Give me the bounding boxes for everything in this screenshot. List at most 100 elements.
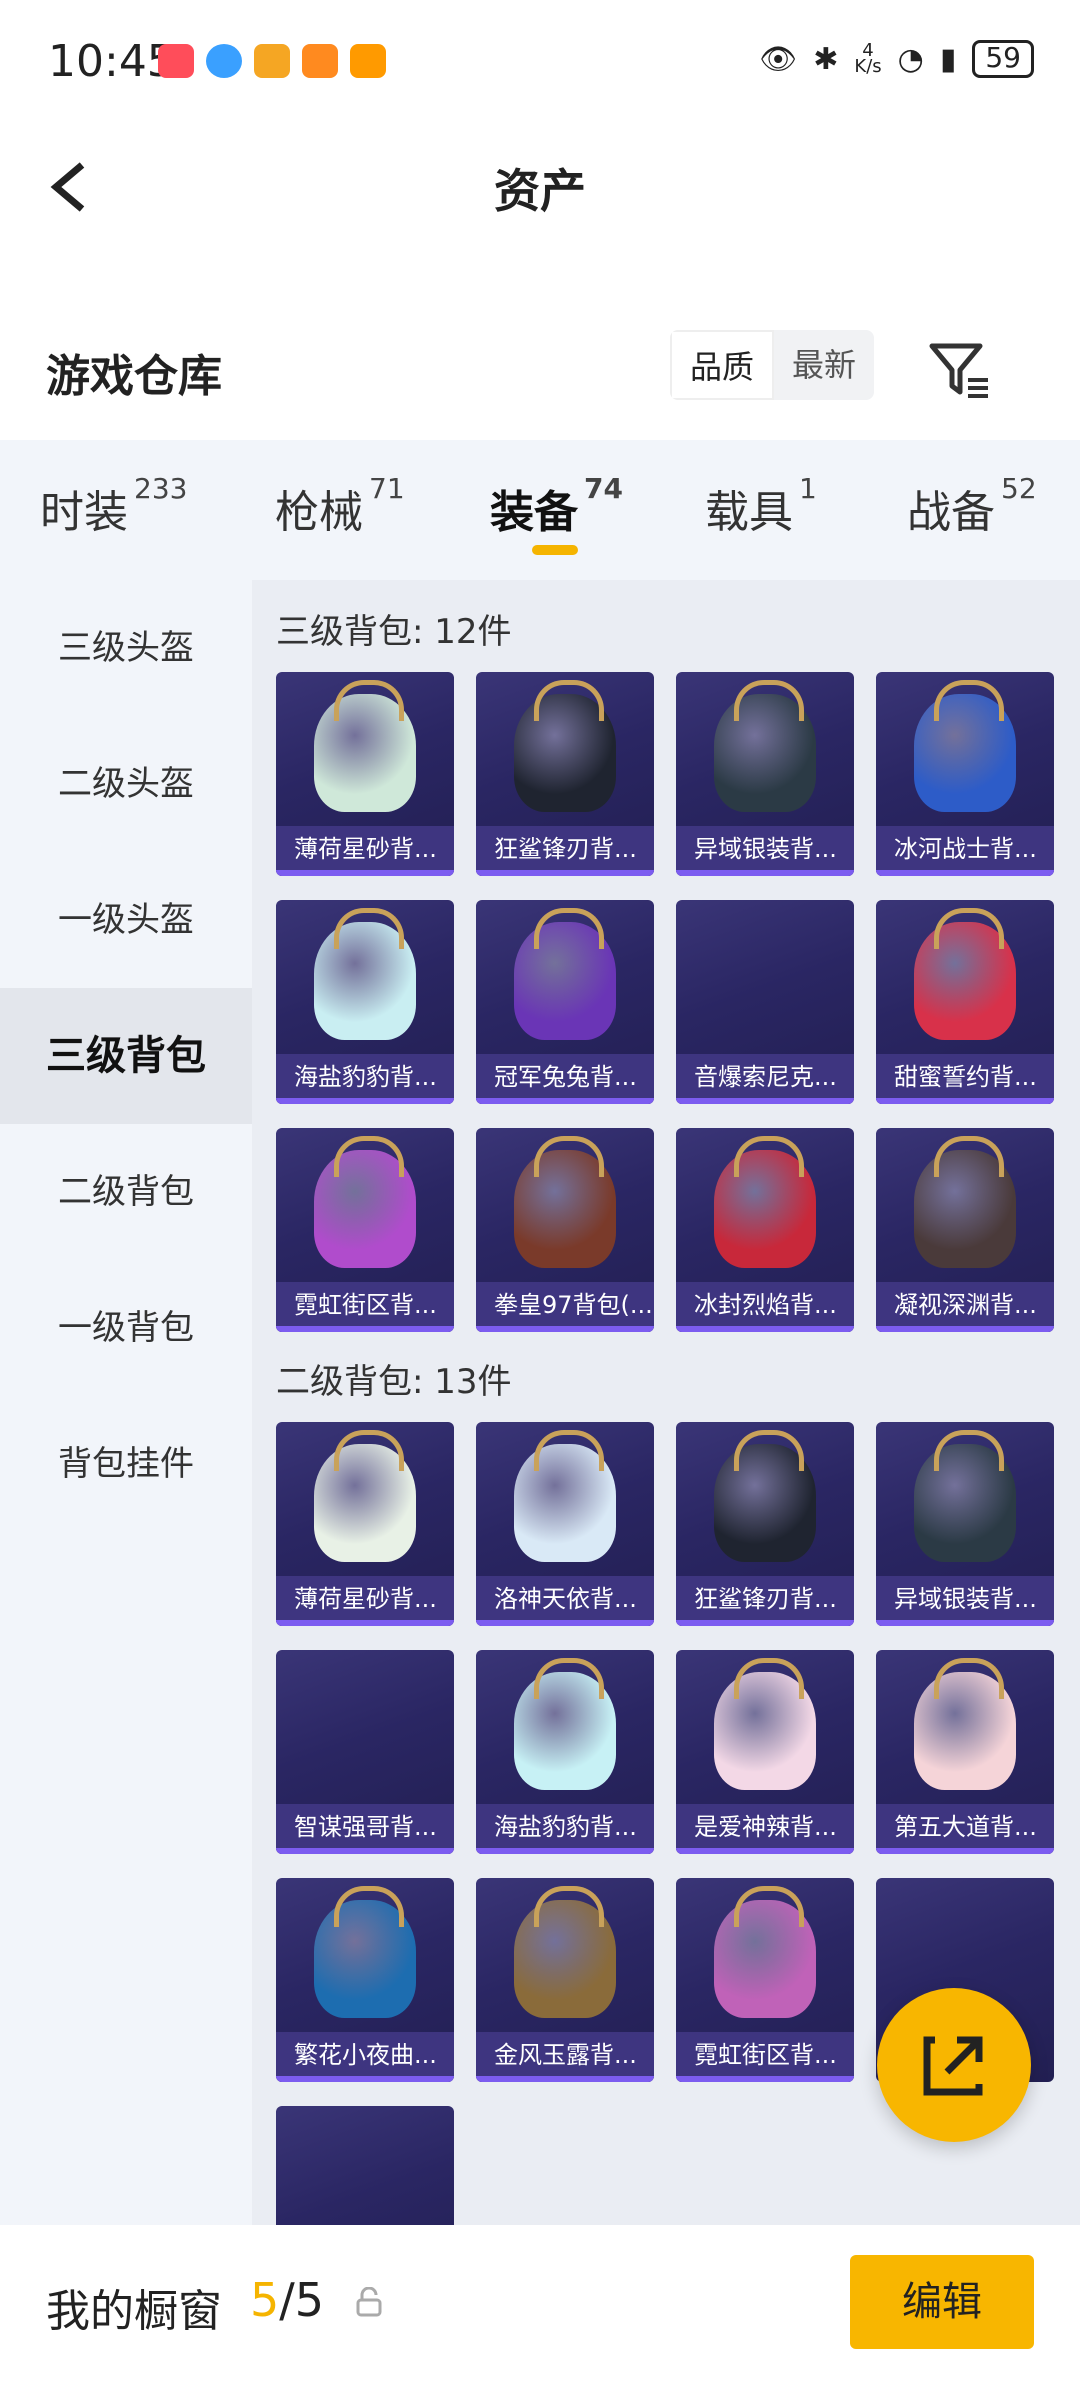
- backpack-item-label: 冠军兔兔背...: [476, 1054, 654, 1104]
- backpack-item-label: 凝视深渊背...: [876, 1282, 1054, 1332]
- backpack-image: [314, 1886, 416, 2018]
- warehouse-title: 游戏仓库: [46, 351, 222, 402]
- showcase-title: 我的橱窗: [46, 2286, 222, 2337]
- showcase-bar: 我的橱窗 5/5 编辑: [0, 2225, 1080, 2382]
- backpack-item-label: 薄荷星砂背...: [276, 1576, 454, 1626]
- backpack-item-card[interactable]: 凝视深渊背...: [876, 1128, 1054, 1332]
- eye-icon: 👁: [759, 41, 798, 77]
- backpack-item-label: 狂鲨锋刃背...: [676, 1576, 854, 1626]
- share-icon: [923, 2036, 983, 2096]
- backpack-image: [514, 1658, 616, 1790]
- backpack-item-label: 智谋强哥背...: [276, 1804, 454, 1854]
- backpack-item-card[interactable]: 智谋强哥背...: [276, 1650, 454, 1854]
- backpack-image: [714, 1886, 816, 2018]
- backpack-item-card[interactable]: 异域银装背...: [876, 1422, 1054, 1626]
- backpack-image: [714, 1658, 816, 1790]
- backpack-item-card[interactable]: 音爆索尼克...: [676, 900, 854, 1104]
- tab-supplies[interactable]: 战备 52: [907, 472, 1037, 540]
- battery-indicator: 59: [972, 40, 1034, 78]
- backpack-image: [314, 1430, 416, 1562]
- backpack-item-card[interactable]: 冰河战士背...: [876, 672, 1054, 876]
- category-tabs: 时装 233 枪械 71 装备 74 载具 1 战备 52: [0, 440, 1080, 580]
- sort-toggle: 品质 最新: [670, 330, 875, 400]
- backpack-image: [514, 908, 616, 1040]
- backpack-item-label: 异域银装背...: [876, 1576, 1054, 1626]
- lock-icon: [356, 2287, 382, 2317]
- tab-vehicles[interactable]: 载具 1: [705, 472, 817, 540]
- status-bar: 10:45 👁 ✱ 4 K/s ◔ ▮ 59: [0, 0, 1080, 125]
- sidebar-item-helmet-1[interactable]: 一级头盔: [0, 852, 252, 988]
- backpack-item-label: 霓虹街区背...: [276, 1282, 454, 1332]
- backpack-image: [314, 1136, 416, 1268]
- active-tab-indicator: [532, 545, 578, 555]
- shop-app-icon: [158, 44, 194, 78]
- tab-fashion[interactable]: 时装 233: [40, 472, 187, 540]
- backpack-image: [914, 1430, 1016, 1562]
- backpack-item-card[interactable]: 霓虹街区背...: [276, 1128, 454, 1332]
- backpack-item-card[interactable]: 第五大道背...: [876, 1650, 1054, 1854]
- backpack-item-card[interactable]: 霓虹街区背...: [676, 1878, 854, 2082]
- sidebar-item-helmet-3[interactable]: 三级头盔: [0, 580, 252, 716]
- tab-weapons[interactable]: 枪械 71: [275, 472, 405, 540]
- backpack-item-card[interactable]: 薄荷星砂背...: [276, 1422, 454, 1626]
- showcase-count: 5/5: [250, 2273, 325, 2327]
- edit-button[interactable]: 编辑: [850, 2255, 1034, 2349]
- section-title: 三级背包: 12件: [276, 612, 512, 652]
- backpack-image: [514, 680, 616, 812]
- share-button[interactable]: [877, 1988, 1031, 2142]
- backpack-item-label: 洛神天依背...: [476, 1576, 654, 1626]
- backpack-item-card[interactable]: 繁花小夜曲...: [276, 1878, 454, 2082]
- network-speed: 4 K/s: [854, 40, 882, 77]
- backpack-item-card[interactable]: 金风玉露背...: [476, 1878, 654, 2082]
- page-title: 资产: [494, 164, 586, 218]
- game-app-icon: [302, 44, 338, 78]
- video-app-icon: [350, 44, 386, 78]
- backpack-image: [514, 1430, 616, 1562]
- backpack-item-card[interactable]: 拳皇97背包(...: [476, 1128, 654, 1332]
- backpack-item-card[interactable]: 海盐豹豹背...: [276, 900, 454, 1104]
- backpack-item-card[interactable]: 甜蜜誓约背...: [876, 900, 1054, 1104]
- system-icons: 👁 ✱ 4 K/s ◔ ▮ 59: [759, 40, 1034, 78]
- backpack-item-label: 金风玉露背...: [476, 2032, 654, 2082]
- backpack-item-card[interactable]: [276, 2106, 454, 2225]
- sidebar-item-backpack-3[interactable]: 三级背包: [0, 988, 252, 1124]
- backpack-item-label: 霓虹街区背...: [676, 2032, 854, 2082]
- backpack-item-card[interactable]: 狂鲨锋刃背...: [476, 672, 654, 876]
- backpack-image: [514, 1136, 616, 1268]
- backpack-image: [914, 908, 1016, 1040]
- sidebar-item-backpack-charm[interactable]: 背包挂件: [0, 1396, 252, 1532]
- sort-latest-button[interactable]: 最新: [774, 330, 874, 400]
- section-title: 二级背包: 13件: [276, 1362, 512, 1402]
- backpack-image: [914, 1136, 1016, 1268]
- sidebar-item-helmet-2[interactable]: 二级头盔: [0, 716, 252, 852]
- backpack-item-card[interactable]: 狂鲨锋刃背...: [676, 1422, 854, 1626]
- backpack-image: [314, 680, 416, 812]
- backpack-item-card[interactable]: 冰封烈焰背...: [676, 1128, 854, 1332]
- tab-equipment[interactable]: 装备 74: [490, 472, 623, 540]
- backpack-item-card[interactable]: 冠军兔兔背...: [476, 900, 654, 1104]
- backpack-item-label: 狂鲨锋刃背...: [476, 826, 654, 876]
- backpack-item-label: 异域银装背...: [676, 826, 854, 876]
- backpack-item-card[interactable]: 洛神天依背...: [476, 1422, 654, 1626]
- backpack-item-label: 冰河战士背...: [876, 826, 1054, 876]
- wifi-icon: ◔: [897, 41, 924, 77]
- notification-icons: [158, 44, 386, 78]
- top-header: 资产: [0, 125, 1080, 255]
- backpack-item-label: 第五大道背...: [876, 1804, 1054, 1854]
- backpack-item-card[interactable]: 异域银装背...: [676, 672, 854, 876]
- sort-quality-button[interactable]: 品质: [670, 330, 775, 400]
- backpack-item-card[interactable]: 海盐豹豹背...: [476, 1650, 654, 1854]
- sidebar: 三级头盔 二级头盔 一级头盔 三级背包 二级背包 一级背包 背包挂件: [0, 580, 252, 2225]
- backpack-item-card[interactable]: 薄荷星砂背...: [276, 672, 454, 876]
- backpack-item-label: 繁花小夜曲...: [276, 2032, 454, 2082]
- item-grid: 三级背包: 12件 薄荷星砂背... 狂鲨锋刃背... 异域银装背... 冰河战士背.…: [252, 580, 1080, 2225]
- backpack-item-label: 是爱神辣背...: [676, 1804, 854, 1854]
- sidebar-item-backpack-2[interactable]: 二级背包: [0, 1124, 252, 1260]
- sidebar-item-backpack-1[interactable]: 一级背包: [0, 1260, 252, 1396]
- warehouse-header: 游戏仓库 品质 最新: [0, 330, 1080, 440]
- filter-icon[interactable]: [928, 340, 990, 400]
- backpack-item-card[interactable]: 是爱神辣背...: [676, 1650, 854, 1854]
- backpack-image: [714, 1430, 816, 1562]
- backpack-image: [714, 680, 816, 812]
- backpack-item-label: 薄荷星砂背...: [276, 826, 454, 876]
